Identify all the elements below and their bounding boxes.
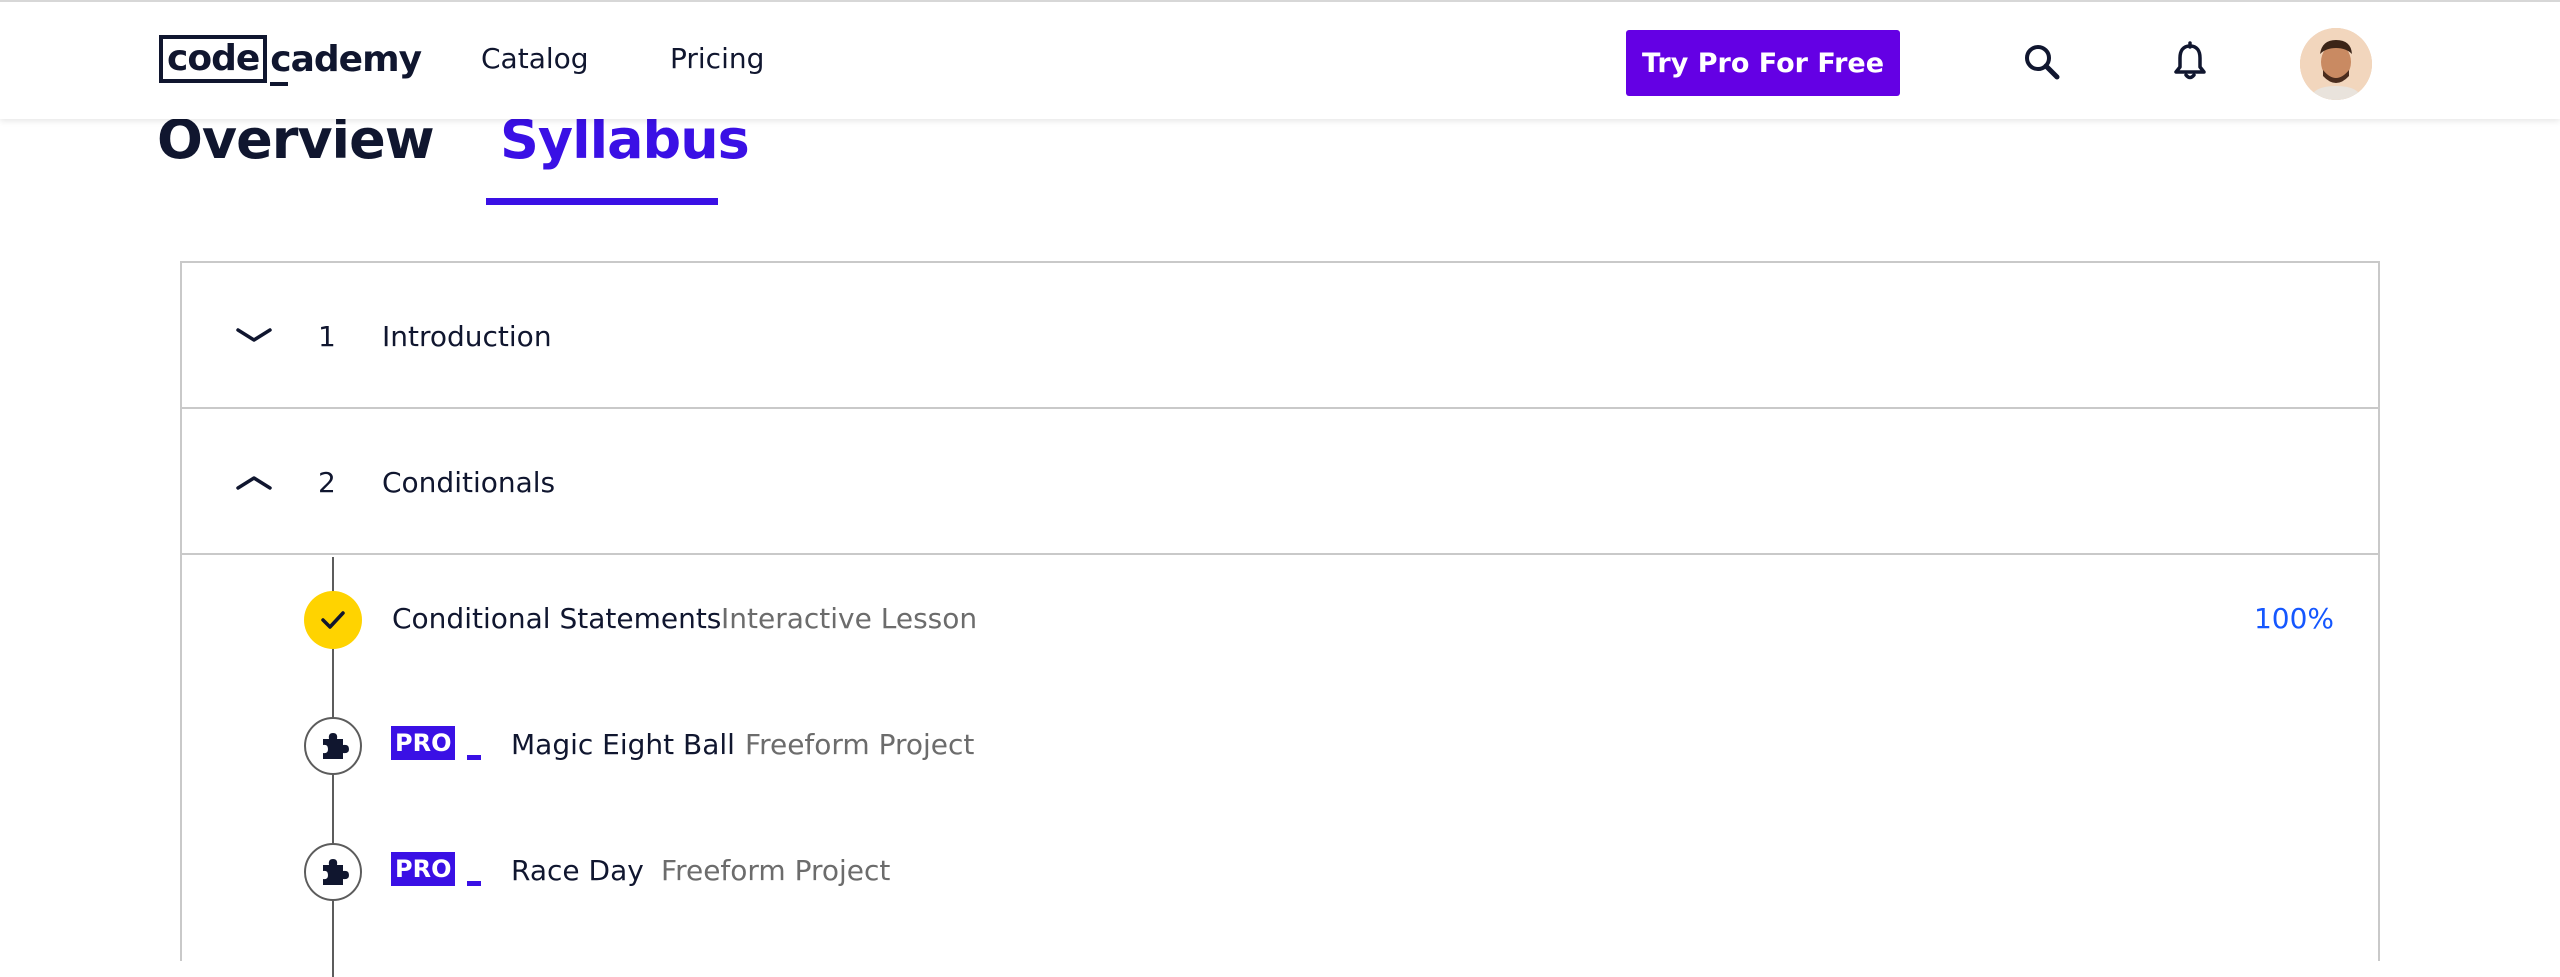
pro-badge-cursor [467, 755, 481, 760]
lesson-type-label: Freeform Project [661, 854, 891, 887]
user-avatar[interactable] [2300, 28, 2372, 100]
module-number: 2 [318, 466, 336, 499]
syllabus-panel: 1 Introduction 2 Conditionals Conditiona… [180, 261, 2380, 977]
puzzle-piece-icon [304, 717, 362, 775]
lesson-progress-percent: 100% [2253, 602, 2334, 635]
lesson-item: PRO Race Day Freeform Project [182, 838, 2378, 908]
module-row-introduction[interactable]: 1 Introduction [182, 263, 2378, 409]
logo-rest-text: cademy [270, 38, 422, 86]
module-title: Conditionals [382, 466, 556, 499]
chevron-up-icon[interactable] [234, 464, 274, 500]
bell-icon[interactable] [2168, 40, 2212, 84]
puzzle-piece-icon [304, 843, 362, 901]
module-title: Introduction [382, 320, 552, 353]
pro-badge: PRO [391, 852, 456, 886]
module-row-conditionals[interactable]: 2 Conditionals [182, 409, 2378, 555]
codecademy-logo[interactable]: code cademy [159, 34, 422, 86]
lesson-type-label: Freeform Project [745, 728, 975, 761]
try-pro-button[interactable]: Try Pro For Free [1626, 30, 1900, 96]
nav-catalog-link[interactable]: Catalog [481, 42, 589, 75]
pro-badge-cursor [467, 881, 481, 886]
top-navbar: code cademy Catalog Pricing Try Pro For … [0, 0, 2560, 119]
pro-badge: PRO [391, 726, 456, 760]
lesson-title-link[interactable]: Conditional Statements [392, 602, 721, 635]
active-tab-indicator [486, 198, 718, 205]
search-icon[interactable] [2020, 40, 2064, 84]
lesson-item: PRO Magic Eight Ball Freeform Project [182, 712, 2378, 782]
lesson-type-label: Interactive Lesson [721, 602, 978, 635]
checkmark-icon [304, 591, 362, 649]
nav-pricing-link[interactable]: Pricing [670, 42, 764, 75]
logo-boxed-text: code [159, 35, 268, 83]
logo-cursor [270, 81, 289, 86]
module-number: 1 [318, 320, 336, 353]
lesson-item: Conditional Statements Interactive Lesso… [182, 586, 2378, 656]
lesson-title-link[interactable]: Race Day [511, 854, 644, 887]
chevron-down-icon[interactable] [234, 318, 274, 354]
lesson-title-link[interactable]: Magic Eight Ball [511, 728, 735, 761]
logo-rest-label: cademy [270, 38, 422, 80]
